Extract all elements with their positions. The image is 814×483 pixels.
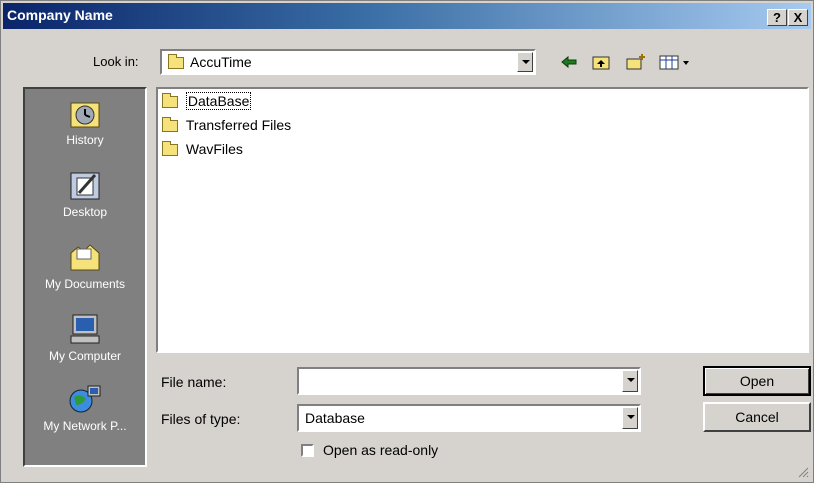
resize-grip-icon[interactable]: [797, 466, 809, 478]
my-computer-icon: [68, 313, 102, 345]
files-of-type-value: Database: [305, 410, 365, 426]
list-item-transferred-files[interactable]: Transferred Files: [162, 115, 291, 135]
file-name: WavFiles: [185, 141, 243, 157]
place-label: My Computer: [48, 349, 122, 363]
up-folder-icon[interactable]: [591, 53, 611, 71]
list-item-database[interactable]: DataBase: [162, 91, 252, 111]
file-name-input[interactable]: [297, 367, 641, 395]
open-file-dialog: Company Name ? X Look in: AccuTime Histo…: [0, 0, 814, 483]
close-button[interactable]: X: [788, 9, 808, 26]
new-folder-icon[interactable]: [625, 53, 645, 71]
folder-icon: [162, 117, 178, 133]
my-network-icon: [68, 383, 102, 415]
places-bar: History Desktop My Documents My Computer…: [23, 87, 147, 467]
place-my-documents[interactable]: My Documents: [25, 241, 145, 291]
history-icon: [68, 97, 102, 129]
help-button[interactable]: ?: [767, 9, 787, 26]
place-desktop[interactable]: Desktop: [25, 169, 145, 219]
file-name: Transferred Files: [185, 117, 292, 133]
place-my-network[interactable]: My Network P...: [25, 383, 145, 433]
files-of-type-label: Files of type:: [161, 411, 241, 427]
chevron-down-icon[interactable]: [622, 407, 638, 429]
open-button[interactable]: Open: [703, 366, 811, 396]
read-only-label: Open as read-only: [323, 442, 439, 458]
window-title: Company Name: [7, 7, 113, 23]
read-only-checkbox[interactable]: [301, 444, 314, 457]
place-history[interactable]: History: [25, 97, 145, 147]
my-documents-icon: [68, 241, 102, 273]
place-label: My Documents: [44, 277, 126, 291]
place-label: History: [66, 133, 104, 147]
folder-icon: [162, 141, 178, 157]
look-in-label: Look in:: [93, 54, 139, 69]
files-of-type-select[interactable]: Database: [297, 404, 641, 432]
chevron-down-icon[interactable]: [622, 370, 638, 392]
look-in-combo[interactable]: AccuTime: [160, 49, 536, 75]
file-name: DataBase: [185, 92, 252, 110]
place-my-computer[interactable]: My Computer: [25, 313, 145, 363]
view-menu-icon[interactable]: [658, 53, 692, 71]
desktop-icon: [68, 169, 102, 201]
back-icon[interactable]: [559, 53, 579, 71]
folder-icon: [162, 93, 178, 109]
cancel-button[interactable]: Cancel: [703, 402, 811, 432]
look-in-value: AccuTime: [190, 54, 252, 70]
file-name-label: File name:: [161, 374, 227, 390]
chevron-down-icon[interactable]: [517, 52, 533, 72]
place-label: My Network P...: [43, 419, 127, 433]
list-item-wavfiles[interactable]: WavFiles: [162, 139, 243, 159]
file-list[interactable]: DataBase Transferred Files WavFiles: [156, 87, 809, 353]
place-label: Desktop: [62, 205, 108, 219]
title-bar[interactable]: Company Name ? X: [3, 3, 811, 29]
folder-icon: [168, 54, 184, 69]
